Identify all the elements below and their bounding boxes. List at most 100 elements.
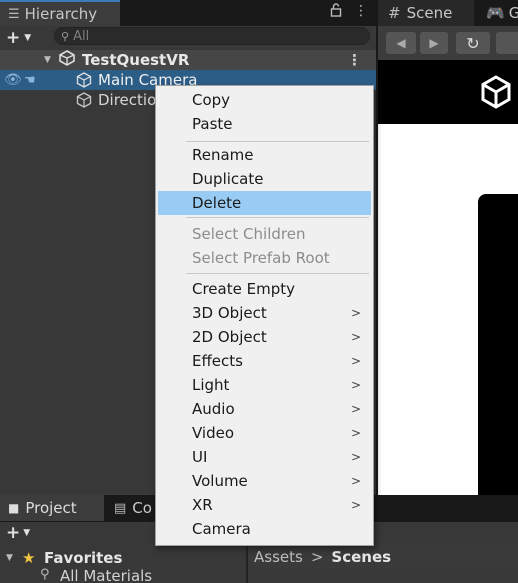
menu-item-paste[interactable]: Paste <box>158 112 371 136</box>
kebab-menu-icon[interactable]: ⋮ <box>354 3 368 21</box>
hierarchy-tabstrip: ☰ Hierarchy ⋮ <box>0 0 376 26</box>
menu-separator <box>186 217 369 218</box>
fold-arrow-icon[interactable]: ▼ <box>44 55 51 65</box>
forward-button[interactable]: ▶ <box>420 32 448 54</box>
console-icon: ▤ <box>114 500 127 516</box>
menu-item-label: Rename <box>192 146 254 164</box>
menu-item-light[interactable]: Light > <box>158 373 371 397</box>
menu-item-video[interactable]: Video > <box>158 421 371 445</box>
submenu-arrow-icon: > <box>350 498 361 512</box>
favorites-row[interactable]: ▼ ★ Favorites <box>0 547 246 569</box>
scene-viewport-header <box>378 60 518 124</box>
search-placeholder: All <box>73 28 90 44</box>
tab-scene-label: Scene <box>406 4 453 22</box>
menu-item-2d-object[interactable]: 2D Object > <box>158 325 371 349</box>
menu-item-select-prefab-root: Select Prefab Root <box>158 246 371 270</box>
menu-item-label: Select Prefab Root <box>192 249 330 267</box>
eye-icon[interactable]: 👁 <box>4 72 22 88</box>
tab-game[interactable]: 🎮 Ga <box>482 0 518 26</box>
unity-scene-icon <box>58 50 76 70</box>
scene-tabstrip: # Scene 🎮 Ga <box>378 0 518 26</box>
tab-hierarchy-label: Hierarchy <box>24 5 98 23</box>
menu-item-copy[interactable]: Copy <box>158 88 371 112</box>
project-create-button[interactable]: + ▼ <box>6 523 30 543</box>
arrow-right-icon: ▶ <box>429 36 439 50</box>
gameobject-cube-icon <box>76 72 92 88</box>
folder-icon: ■ <box>8 501 20 515</box>
menu-item-label: Video <box>192 424 235 442</box>
menu-item-label: Select Children <box>192 225 306 243</box>
menu-item-label: UI <box>192 448 208 466</box>
all-materials-label: All Materials <box>60 567 153 583</box>
menu-item-label: Camera <box>192 520 251 538</box>
tab-console-label: Co <box>132 499 152 517</box>
menu-item-audio[interactable]: Audio > <box>158 397 371 421</box>
plus-icon: + <box>6 28 21 48</box>
scene-panel: # Scene 🎮 Ga ◀ ▶ ↻ <box>378 0 518 495</box>
hierarchy-item-label: Directio <box>98 91 157 109</box>
breadcrumb-assets[interactable]: Assets <box>254 548 303 566</box>
breadcrumb-separator: > <box>310 548 324 566</box>
tab-scene[interactable]: # Scene <box>378 0 474 26</box>
reload-button[interactable]: ↻ <box>456 32 490 54</box>
scene-name: TestQuestVR <box>82 51 190 69</box>
menu-item-ui[interactable]: UI > <box>158 445 371 469</box>
create-dropdown-button[interactable]: + ▼ <box>6 28 31 48</box>
fold-arrow-icon[interactable]: ▼ <box>6 553 13 563</box>
arrow-left-icon: ◀ <box>396 36 406 50</box>
chevron-down-icon: ▼ <box>23 528 31 538</box>
scene-toolbar: ◀ ▶ ↻ <box>378 26 518 60</box>
menu-item-label: Light <box>192 376 230 394</box>
menu-item-camera[interactable]: Camera <box>158 517 371 541</box>
menu-item-label: Duplicate <box>192 170 264 188</box>
tab-game-label: Ga <box>508 4 518 22</box>
context-menu: Copy Paste Rename Duplicate Delete Selec… <box>155 85 374 546</box>
submenu-arrow-icon: > <box>350 306 361 320</box>
menu-item-delete[interactable]: Delete <box>158 191 371 215</box>
search-icon: ⚲ <box>40 567 50 582</box>
menu-item-label: Copy <box>192 91 231 109</box>
menu-item-volume[interactable]: Volume > <box>158 469 371 493</box>
submenu-arrow-icon: > <box>350 354 361 368</box>
list-icon: ☰ <box>8 6 20 22</box>
unity-logo-icon <box>481 75 511 109</box>
toolbar-more-button[interactable] <box>496 32 518 54</box>
menu-item-label: Paste <box>192 115 233 133</box>
star-icon: ★ <box>22 549 36 567</box>
menu-item-rename[interactable]: Rename <box>158 143 371 167</box>
scene-row[interactable]: ▼ TestQuestVR ⋮ <box>0 50 376 70</box>
hand-pick-icon[interactable]: ☚ <box>24 73 36 88</box>
menu-separator <box>186 141 369 142</box>
menu-item-duplicate[interactable]: Duplicate <box>158 167 371 191</box>
lock-icon[interactable] <box>330 3 342 21</box>
favorites-item-all-materials[interactable]: ⚲ All Materials <box>0 567 246 583</box>
menu-item-effects[interactable]: Effects > <box>158 349 371 373</box>
submenu-arrow-icon: > <box>350 450 361 464</box>
menu-item-label: Effects <box>192 352 243 370</box>
tab-project[interactable]: ■ Project <box>0 495 104 521</box>
scene-viewport[interactable] <box>378 124 518 495</box>
menu-item-xr[interactable]: XR > <box>158 493 371 517</box>
menu-item-label: Delete <box>192 194 242 212</box>
scene-kebab-icon[interactable]: ⋮ <box>347 51 362 69</box>
breadcrumb: Assets > Scenes <box>248 545 518 569</box>
gamepad-icon: 🎮 <box>486 4 505 22</box>
tab-hierarchy[interactable]: ☰ Hierarchy <box>0 0 120 26</box>
menu-item-label: Volume <box>192 472 248 490</box>
menu-separator <box>186 273 369 274</box>
hierarchy-search-input[interactable]: ⚲ All <box>54 27 370 45</box>
breadcrumb-current[interactable]: Scenes <box>331 548 391 566</box>
gameobject-cube-icon <box>76 92 92 108</box>
back-button[interactable]: ◀ <box>386 32 416 54</box>
menu-item-create-empty[interactable]: Create Empty <box>158 277 371 301</box>
menu-item-label: Create Empty <box>192 280 295 298</box>
chevron-down-icon: ▼ <box>24 33 32 43</box>
menu-item-label: 2D Object <box>192 328 267 346</box>
submenu-arrow-icon: > <box>350 402 361 416</box>
favorites-label: Favorites <box>44 549 123 567</box>
menu-item-label: 3D Object <box>192 304 267 322</box>
scene-object-dark-shape <box>478 194 518 495</box>
hierarchy-tab-tools: ⋮ <box>330 3 368 21</box>
menu-item-3d-object[interactable]: 3D Object > <box>158 301 371 325</box>
submenu-arrow-icon: > <box>350 330 361 344</box>
